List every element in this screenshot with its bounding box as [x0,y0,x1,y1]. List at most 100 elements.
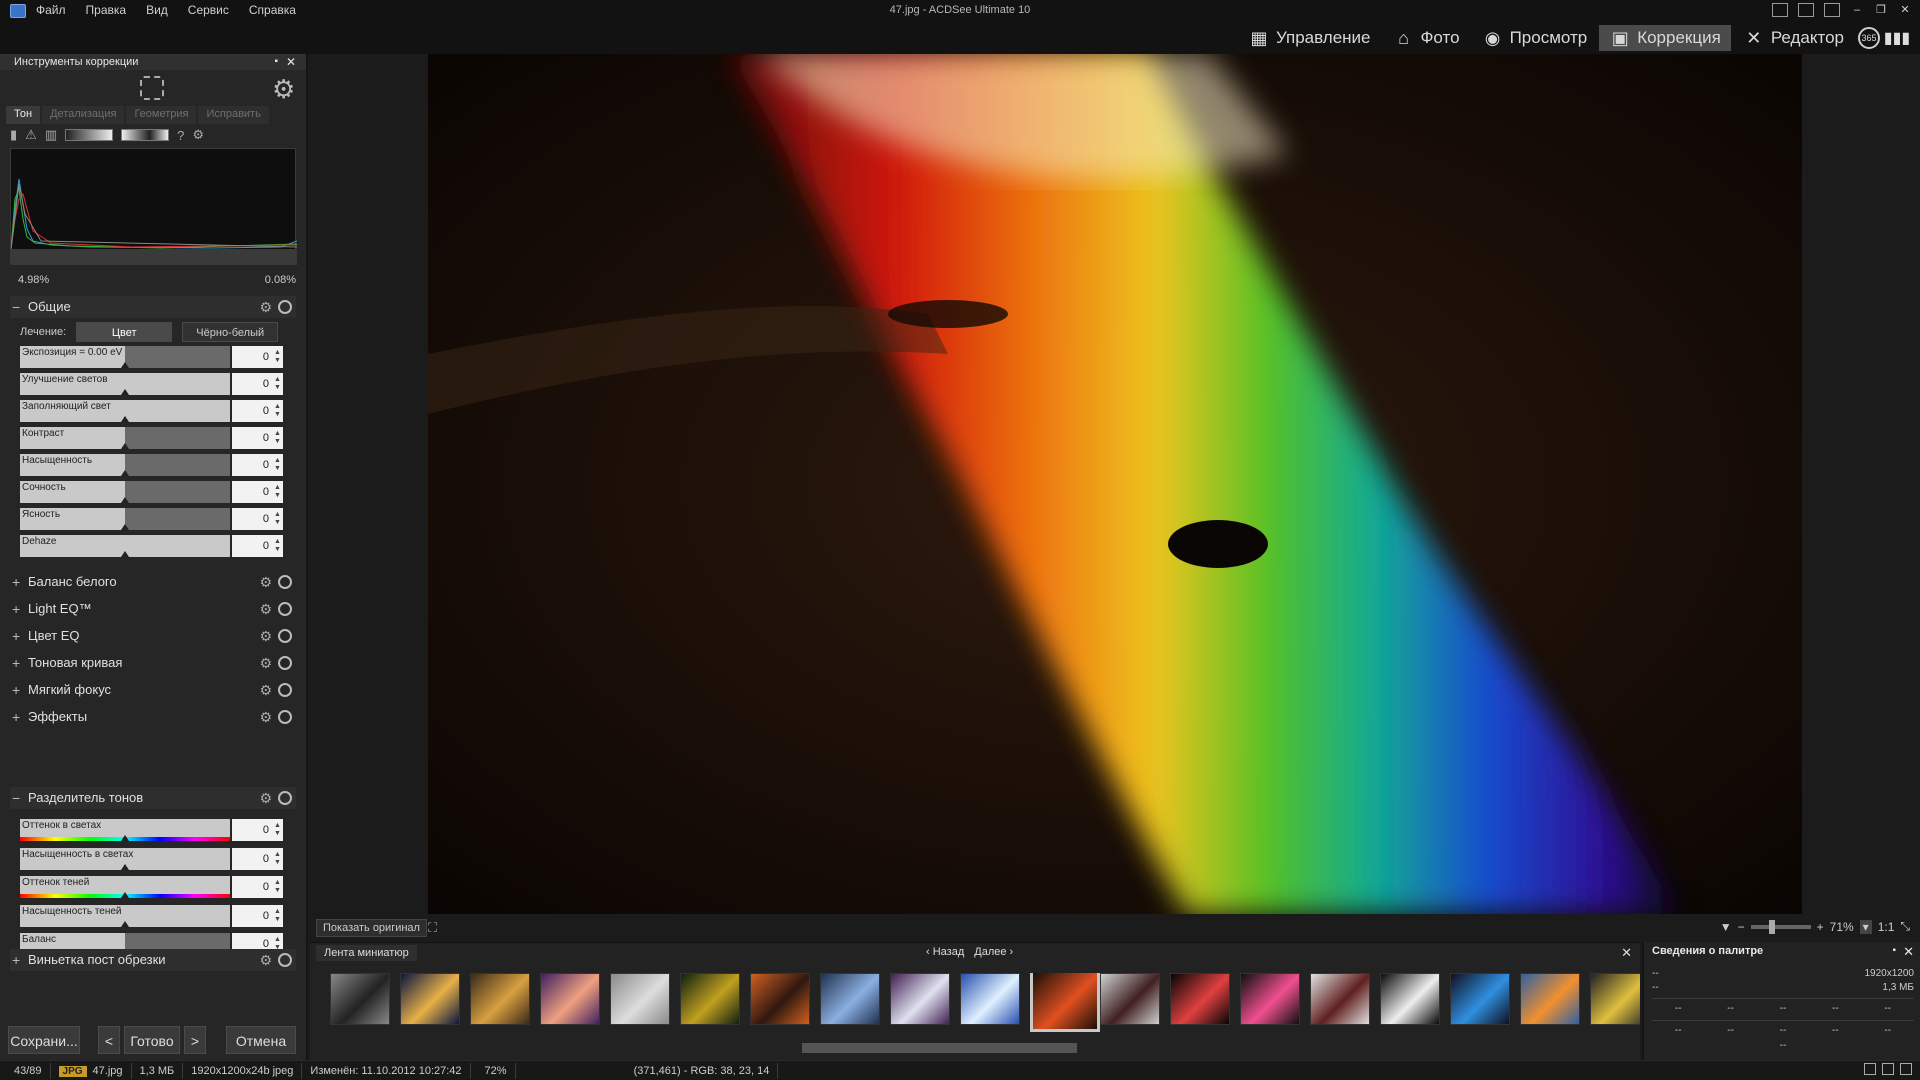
show-original-button[interactable]: Показать оригинал [316,919,427,937]
spinner-icon[interactable]: ▲ ▼ [274,851,281,867]
expand-icon[interactable]: + [12,949,20,971]
collapse-icon[interactable]: − [12,296,20,318]
layout-right-icon[interactable] [1824,3,1840,17]
slider-row[interactable]: Сочность 0 ▲ ▼ [20,481,283,503]
expand-icon[interactable]: + [12,679,20,701]
thumbnail[interactable] [1170,973,1230,1025]
done-button[interactable]: Готово [124,1026,180,1054]
close-panel-icon[interactable]: ✕ [286,54,296,70]
section-reset-icon[interactable] [278,656,292,670]
thumbnail[interactable] [680,973,740,1025]
collapsed-section[interactable]: + Тоновая кривая ⚙ [10,652,296,674]
thumbnail[interactable] [330,973,390,1025]
collapsed-section[interactable]: + Баланс белого ⚙ [10,571,296,593]
section-reset-icon[interactable] [278,575,292,589]
toolbar-gear-icon[interactable]: ⚙ [192,127,204,143]
spinner-icon[interactable]: ▲ ▼ [274,430,281,446]
section-reset-icon[interactable] [278,953,292,967]
spinner-icon[interactable]: ▲ ▼ [274,879,281,895]
view-mode-icon[interactable] [1864,1063,1876,1075]
spinner-icon[interactable]: ▲ ▼ [274,403,281,419]
thumbnail[interactable] [400,973,460,1025]
slider-knob[interactable] [121,416,129,422]
zoom-value[interactable]: 71% [1830,920,1854,934]
section-split-tone[interactable]: − Разделитель тонов ⚙ [10,787,296,809]
thumbnail[interactable] [890,973,950,1025]
thumbnail[interactable] [1380,973,1440,1025]
warning-icon[interactable]: ⚠ [25,127,37,143]
acdsee-365-icon[interactable]: 365 [1856,25,1882,51]
collapsed-section[interactable]: + Цвет EQ ⚙ [10,625,296,647]
tab-geometry[interactable]: Геометрия [126,106,197,124]
save-button[interactable]: Сохрани... [8,1026,80,1054]
close-filmstrip-icon[interactable]: ✕ [1621,945,1632,961]
section-reset-icon[interactable] [278,683,292,697]
slider-track[interactable]: Экспозиция = 0.00 eV [20,346,230,368]
next-button[interactable]: > [184,1026,206,1054]
zoom-slider[interactable] [1750,919,1811,934]
histogram-icon[interactable]: ▮ [10,127,17,143]
check-icon[interactable] [1900,1063,1912,1075]
slider-knob[interactable] [121,863,129,870]
thumbnail[interactable] [1450,973,1510,1025]
expand-icon[interactable]: + [12,706,20,728]
slider-row[interactable]: Насыщенность в светах 0 ▲ ▼ [20,847,283,870]
forward-button[interactable]: Далее › [974,946,1013,958]
zoom-out-icon[interactable]: − [1738,920,1745,934]
compare-icon[interactable]: ▥ [45,127,57,143]
slider-track[interactable]: Оттенок в светах [20,819,230,841]
expand-icon[interactable]: + [12,652,20,674]
spinner-icon[interactable]: ▲ ▼ [274,822,281,838]
close-palette-icon[interactable]: ✕ [1903,944,1914,960]
slider-track[interactable]: Ясность [20,508,230,530]
spinner-icon[interactable]: ▲ ▼ [274,538,281,554]
image-viewer[interactable] [310,54,1920,914]
mode-edit[interactable]: ✕ Редактор [1733,25,1854,51]
slider-row[interactable]: Экспозиция = 0.00 eV 0 ▲ ▼ [20,346,283,368]
collapsed-section[interactable]: + Light EQ™ ⚙ [10,598,296,620]
menu-tools[interactable]: Сервис [188,3,229,17]
edit-mode-icon[interactable] [1882,1063,1894,1075]
section-reset-icon[interactable] [278,629,292,643]
collapsed-section[interactable]: + Эффекты ⚙ [10,706,296,728]
cancel-button[interactable]: Отмена [226,1026,296,1054]
tab-detail[interactable]: Детализация [42,106,125,124]
tab-tune[interactable]: Тон [6,106,41,124]
slider-knob[interactable] [121,551,129,557]
dashboard-icon[interactable]: ▮▮▮ [1884,25,1910,51]
mode-photos[interactable]: ⌂ Фото [1383,25,1470,51]
help-icon[interactable]: ? [177,128,184,143]
spinner-icon[interactable]: ▲ ▼ [274,376,281,392]
slider-row[interactable]: Dehaze 0 ▲ ▼ [20,535,283,557]
zoom-dropdown-icon[interactable]: ▾ [1859,919,1872,934]
close-button[interactable]: ✕ [1898,3,1912,17]
section-vignette[interactable]: + Виньетка пост обрезки ⚙ [10,949,296,971]
settings-gear-icon[interactable]: ⚙ [272,74,295,105]
thumbnail[interactable] [750,973,810,1025]
expand-icon[interactable]: + [12,571,20,593]
section-gear-icon[interactable]: ⚙ [259,706,272,728]
menu-file[interactable]: Файл [36,3,66,17]
fullscreen-icon[interactable]: ⛶ [428,920,437,936]
slider-knob[interactable] [121,443,129,449]
slider-knob[interactable] [121,362,129,368]
thumbnail[interactable] [1310,973,1370,1025]
slider-row[interactable]: Улучшение светов 0 ▲ ▼ [20,373,283,395]
filmstrip-scrollbar[interactable] [320,1043,1636,1053]
mode-develop[interactable]: ▣ Коррекция [1599,25,1731,51]
section-reset-icon[interactable] [278,791,292,805]
slider-knob[interactable] [121,389,129,395]
spinner-icon[interactable]: ▲ ▼ [274,457,281,473]
section-gear-icon[interactable]: ⚙ [259,598,272,620]
slider-row[interactable]: Ясность 0 ▲ ▼ [20,508,283,530]
slider-knob[interactable] [121,524,129,530]
thumbnail[interactable] [540,973,600,1025]
zoom-in-icon[interactable]: + [1817,920,1824,934]
slider-row[interactable]: Оттенок теней 0 ▲ ▼ [20,876,283,898]
mode-view[interactable]: ◉ Просмотр [1472,25,1598,51]
section-reset-icon[interactable] [278,602,292,616]
spinner-icon[interactable]: ▲ ▼ [274,511,281,527]
slider-track[interactable]: Улучшение светов [20,373,230,395]
slider-track[interactable]: Заполняющий свет [20,400,230,422]
expand-icon[interactable]: + [12,598,20,620]
